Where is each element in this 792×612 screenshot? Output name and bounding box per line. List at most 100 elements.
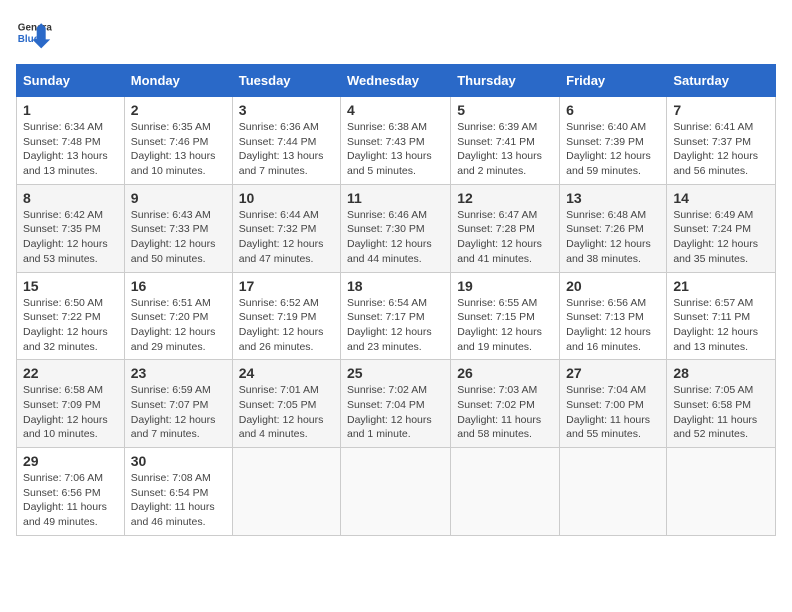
day-info: Sunrise: 7:02 AM Sunset: 7:04 PM Dayligh… <box>347 383 444 442</box>
calendar-cell: 27Sunrise: 7:04 AM Sunset: 7:00 PM Dayli… <box>560 360 667 448</box>
day-number: 8 <box>23 190 118 206</box>
day-number: 23 <box>131 365 226 381</box>
day-info: Sunrise: 7:03 AM Sunset: 7:02 PM Dayligh… <box>457 383 553 442</box>
day-number: 3 <box>239 102 334 118</box>
calendar-cell: 25 Sunrise: 7:02 AM Sunset: 7:04 PM Dayli… <box>341 360 451 448</box>
day-number: 25 <box>347 365 444 381</box>
calendar-week-row: 8 Sunrise: 6:42 AM Sunset: 7:35 PM Daylig… <box>17 184 776 272</box>
day-info: Sunrise: 6:49 AM Sunset: 7:24 PM Dayligh… <box>673 208 769 267</box>
calendar-cell: 8 Sunrise: 6:42 AM Sunset: 7:35 PM Daylig… <box>17 184 125 272</box>
day-info: Sunrise: 6:43 AM Sunset: 7:33 PM Dayligh… <box>131 208 226 267</box>
weekday-header-friday: Friday <box>560 65 667 97</box>
day-info: Sunrise: 6:39 AM Sunset: 7:41 PM Dayligh… <box>457 120 553 179</box>
day-info: Sunrise: 7:05 AM Sunset: 6:58 PM Dayligh… <box>673 383 769 442</box>
calendar-cell <box>451 448 560 536</box>
weekday-header-saturday: Saturday <box>667 65 776 97</box>
calendar-cell <box>232 448 340 536</box>
calendar-cell: 6 Sunrise: 6:40 AM Sunset: 7:39 PM Daylig… <box>560 97 667 185</box>
day-number: 20 <box>566 278 660 294</box>
day-number: 5 <box>457 102 553 118</box>
day-info: Sunrise: 6:51 AM Sunset: 7:20 PM Dayligh… <box>131 296 226 355</box>
day-info: Sunrise: 6:54 AM Sunset: 7:17 PM Dayligh… <box>347 296 444 355</box>
calendar-cell: 24 Sunrise: 7:01 AM Sunset: 7:05 PM Dayli… <box>232 360 340 448</box>
day-info: Sunrise: 6:59 AM Sunset: 7:07 PM Dayligh… <box>131 383 226 442</box>
day-number: 14 <box>673 190 769 206</box>
calendar-cell: 4 Sunrise: 6:38 AM Sunset: 7:43 PM Daylig… <box>341 97 451 185</box>
day-number: 28 <box>673 365 769 381</box>
calendar-cell: 10Sunrise: 6:44 AM Sunset: 7:32 PM Dayli… <box>232 184 340 272</box>
day-number: 27 <box>566 365 660 381</box>
calendar-cell: 30 Sunrise: 7:08 AM Sunset: 6:54 PM Dayli… <box>124 448 232 536</box>
calendar-cell: 3Sunrise: 6:36 AM Sunset: 7:44 PM Daylig… <box>232 97 340 185</box>
day-info: Sunrise: 6:41 AM Sunset: 7:37 PM Dayligh… <box>673 120 769 179</box>
calendar-cell: 14 Sunrise: 6:49 AM Sunset: 7:24 PM Dayli… <box>667 184 776 272</box>
day-info: Sunrise: 6:38 AM Sunset: 7:43 PM Dayligh… <box>347 120 444 179</box>
calendar-week-row: 29 Sunrise: 7:06 AM Sunset: 6:56 PM Dayli… <box>17 448 776 536</box>
calendar-cell: 22 Sunrise: 6:58 AM Sunset: 7:09 PM Dayli… <box>17 360 125 448</box>
calendar-cell: 23 Sunrise: 6:59 AM Sunset: 7:07 PM Dayli… <box>124 360 232 448</box>
calendar-cell: 7 Sunrise: 6:41 AM Sunset: 7:37 PM Daylig… <box>667 97 776 185</box>
day-number: 29 <box>23 453 118 469</box>
page-header: General Blue <box>16 16 776 52</box>
weekday-header-wednesday: Wednesday <box>341 65 451 97</box>
day-info: Sunrise: 7:01 AM Sunset: 7:05 PM Dayligh… <box>239 383 334 442</box>
calendar-cell <box>560 448 667 536</box>
calendar-cell <box>341 448 451 536</box>
day-number: 22 <box>23 365 118 381</box>
day-number: 2 <box>131 102 226 118</box>
weekday-header-tuesday: Tuesday <box>232 65 340 97</box>
day-info: Sunrise: 6:40 AM Sunset: 7:39 PM Dayligh… <box>566 120 660 179</box>
calendar-cell: 29 Sunrise: 7:06 AM Sunset: 6:56 PM Dayli… <box>17 448 125 536</box>
day-number: 18 <box>347 278 444 294</box>
day-number: 17 <box>239 278 334 294</box>
day-info: Sunrise: 6:57 AM Sunset: 7:11 PM Dayligh… <box>673 296 769 355</box>
day-info: Sunrise: 6:52 AM Sunset: 7:19 PM Dayligh… <box>239 296 334 355</box>
calendar-week-row: 1 Sunrise: 6:34 AM Sunset: 7:48 PM Daylig… <box>17 97 776 185</box>
day-number: 10 <box>239 190 334 206</box>
calendar-cell: 15Sunrise: 6:50 AM Sunset: 7:22 PM Dayli… <box>17 272 125 360</box>
calendar-cell: 1 Sunrise: 6:34 AM Sunset: 7:48 PM Daylig… <box>17 97 125 185</box>
day-info: Sunrise: 6:58 AM Sunset: 7:09 PM Dayligh… <box>23 383 118 442</box>
day-number: 1 <box>23 102 118 118</box>
day-info: Sunrise: 6:42 AM Sunset: 7:35 PM Dayligh… <box>23 208 118 267</box>
logo: General Blue <box>16 16 52 52</box>
day-number: 9 <box>131 190 226 206</box>
calendar-cell: 9 Sunrise: 6:43 AM Sunset: 7:33 PM Daylig… <box>124 184 232 272</box>
day-number: 30 <box>131 453 226 469</box>
calendar-cell: 16 Sunrise: 6:51 AM Sunset: 7:20 PM Dayli… <box>124 272 232 360</box>
day-info: Sunrise: 6:55 AM Sunset: 7:15 PM Dayligh… <box>457 296 553 355</box>
calendar-cell <box>667 448 776 536</box>
svg-text:General: General <box>18 22 52 33</box>
day-info: Sunrise: 6:50 AM Sunset: 7:22 PM Dayligh… <box>23 296 118 355</box>
day-info: Sunrise: 7:06 AM Sunset: 6:56 PM Dayligh… <box>23 471 118 530</box>
day-number: 6 <box>566 102 660 118</box>
weekday-header-sunday: Sunday <box>17 65 125 97</box>
calendar-week-row: 15Sunrise: 6:50 AM Sunset: 7:22 PM Dayli… <box>17 272 776 360</box>
day-info: Sunrise: 6:48 AM Sunset: 7:26 PM Dayligh… <box>566 208 660 267</box>
day-number: 13 <box>566 190 660 206</box>
calendar-week-row: 22 Sunrise: 6:58 AM Sunset: 7:09 PM Dayli… <box>17 360 776 448</box>
day-number: 7 <box>673 102 769 118</box>
logo-icon: General Blue <box>16 16 52 52</box>
day-info: Sunrise: 6:56 AM Sunset: 7:13 PM Dayligh… <box>566 296 660 355</box>
calendar-cell: 20 Sunrise: 6:56 AM Sunset: 7:13 PM Dayli… <box>560 272 667 360</box>
calendar-cell: 21 Sunrise: 6:57 AM Sunset: 7:11 PM Dayli… <box>667 272 776 360</box>
weekday-header-monday: Monday <box>124 65 232 97</box>
day-info: Sunrise: 7:08 AM Sunset: 6:54 PM Dayligh… <box>131 471 226 530</box>
day-number: 19 <box>457 278 553 294</box>
day-number: 4 <box>347 102 444 118</box>
day-number: 26 <box>457 365 553 381</box>
day-number: 11 <box>347 190 444 206</box>
day-info: Sunrise: 6:34 AM Sunset: 7:48 PM Dayligh… <box>23 120 118 179</box>
day-number: 21 <box>673 278 769 294</box>
day-number: 24 <box>239 365 334 381</box>
calendar-cell: 18 Sunrise: 6:54 AM Sunset: 7:17 PM Dayli… <box>341 272 451 360</box>
day-number: 12 <box>457 190 553 206</box>
day-number: 16 <box>131 278 226 294</box>
calendar-cell: 2Sunrise: 6:35 AM Sunset: 7:46 PM Daylig… <box>124 97 232 185</box>
day-info: Sunrise: 6:47 AM Sunset: 7:28 PM Dayligh… <box>457 208 553 267</box>
calendar-cell: 5 Sunrise: 6:39 AM Sunset: 7:41 PM Daylig… <box>451 97 560 185</box>
calendar-cell: 26 Sunrise: 7:03 AM Sunset: 7:02 PM Dayli… <box>451 360 560 448</box>
calendar-cell: 28 Sunrise: 7:05 AM Sunset: 6:58 PM Dayli… <box>667 360 776 448</box>
weekday-header-thursday: Thursday <box>451 65 560 97</box>
